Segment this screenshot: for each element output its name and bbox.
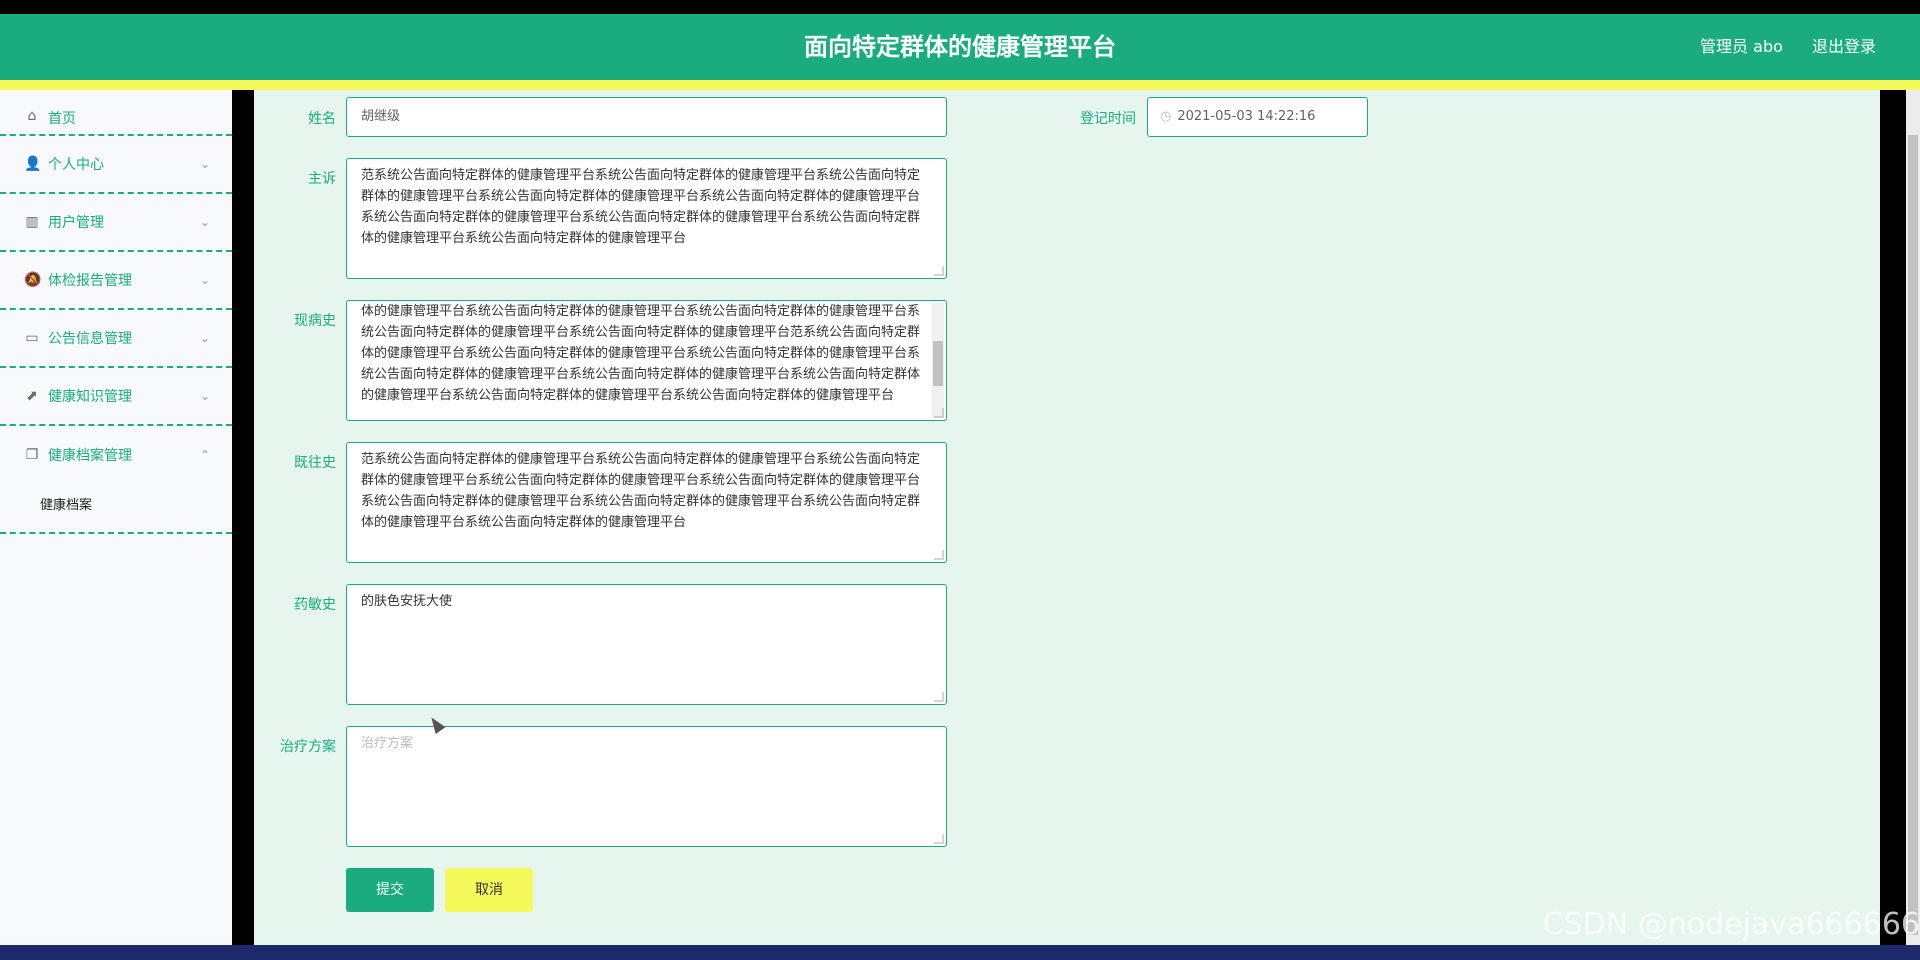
sidebar-item-notice-management[interactable]: ▭ 公告信息管理 ⌄: [0, 310, 232, 368]
resize-handle[interactable]: [934, 692, 944, 702]
sidebar-subitem-label: 健康档案: [40, 498, 93, 513]
chevron-down-icon: ⌄: [199, 331, 210, 345]
allergy-textarea[interactable]: 的肤色安抚大使: [346, 584, 947, 705]
name-input[interactable]: 胡继级: [346, 97, 947, 137]
header-actions: 管理员 abo 退出登录: [1676, 14, 1876, 80]
bell-off-icon: 🔕: [24, 272, 42, 288]
current-history-label: 现病史: [294, 313, 336, 329]
admin-user[interactable]: 管理员 abo: [1700, 37, 1783, 56]
sidebar-item-label: 用户管理: [48, 215, 104, 231]
chevron-down-icon: ⌄: [199, 273, 210, 287]
sidebar-item-label: 首页: [48, 111, 76, 127]
sidebar-item-label: 个人中心: [48, 157, 104, 173]
past-history-text: 范系统公告面向特定群体的健康管理平台系统公告面向特定群体的健康管理平台系统公告面…: [361, 452, 921, 530]
current-history-textarea[interactable]: 体的健康管理平台系统公告面向特定群体的健康管理平台系统公告面向特定群体的健康管理…: [346, 300, 947, 421]
page-scroll-thumb[interactable]: [1908, 135, 1918, 935]
chevron-down-icon: ⌄: [199, 215, 210, 229]
cancel-button[interactable]: 取消: [445, 868, 533, 912]
sidebar-subitem-health-archive[interactable]: 健康档案: [0, 484, 232, 534]
treatment-plan-label: 治疗方案: [280, 739, 336, 755]
copy-icon: ❐: [25, 447, 39, 463]
sidebar-item-label: 健康档案管理: [48, 448, 132, 464]
past-history-textarea[interactable]: 范系统公告面向特定群体的健康管理平台系统公告面向特定群体的健康管理平台系统公告面…: [346, 442, 947, 563]
watermark: CSDN @nodejava666666: [1542, 907, 1920, 942]
past-history-label: 既往史: [294, 455, 336, 471]
sidebar-item-user-management[interactable]: ▥ 用户管理 ⌄: [0, 194, 232, 252]
sidebar-item-knowledge-management[interactable]: ⬈ 健康知识管理 ⌄: [0, 368, 232, 426]
taskbar: [0, 945, 1920, 960]
chart-icon: ⬈: [26, 388, 38, 404]
header-accent-strip: [0, 80, 1920, 90]
sidebar: ⌂ 首页 👤 个人中心 ⌄ ▥ 用户管理 ⌄ 🔕 体检报告管理 ⌄ ▭ 公告信息…: [0, 90, 232, 945]
complaint-label: 主诉: [308, 171, 336, 187]
time-input[interactable]: ◷ 2021-05-03 14:22:16: [1147, 97, 1368, 137]
sidebar-item-archive-management[interactable]: ❐ 健康档案管理 ⌃: [0, 426, 232, 484]
submit-button[interactable]: 提交: [346, 868, 434, 912]
clock-icon: ◷: [1160, 109, 1172, 124]
resize-handle[interactable]: [934, 408, 944, 418]
complaint-text: 范系统公告面向特定群体的健康管理平台系统公告面向特定群体的健康管理平台系统公告面…: [361, 168, 921, 246]
allergy-label: 药敏史: [294, 597, 336, 613]
chevron-down-icon: ⌄: [199, 389, 210, 403]
sidebar-item-label: 健康知识管理: [48, 389, 132, 405]
resize-handle[interactable]: [934, 266, 944, 276]
treatment-plan-textarea[interactable]: 治疗方案: [346, 726, 947, 847]
time-value: 2021-05-03 14:22:16: [1177, 109, 1316, 124]
sidebar-item-personal-center[interactable]: 👤 个人中心 ⌄: [0, 136, 232, 194]
sidebar-item-label: 公告信息管理: [48, 331, 132, 347]
current-history-text: 体的健康管理平台系统公告面向特定群体的健康管理平台系统公告面向特定群体的健康管理…: [361, 304, 921, 403]
resize-handle[interactable]: [934, 550, 944, 560]
chat-icon: ▭: [25, 330, 39, 346]
home-icon: ⌂: [27, 108, 37, 124]
sidebar-item-label: 体检报告管理: [48, 273, 132, 289]
app-title: 面向特定群体的健康管理平台: [804, 33, 1116, 61]
textarea-scroll-thumb[interactable]: [933, 341, 943, 386]
allergy-text: 的肤色安抚大使: [361, 594, 453, 609]
name-label: 姓名: [308, 111, 336, 127]
complaint-textarea[interactable]: 范系统公告面向特定群体的健康管理平台系统公告面向特定群体的健康管理平台系统公告面…: [346, 158, 947, 279]
logout-button[interactable]: 退出登录: [1812, 37, 1876, 56]
user-icon: 👤: [24, 156, 42, 172]
chevron-up-icon: ⌃: [199, 448, 210, 462]
treatment-plan-placeholder: 治疗方案: [361, 736, 414, 751]
books-icon: ▥: [25, 214, 39, 230]
sidebar-item-home[interactable]: ⌂ 首页: [0, 90, 232, 136]
sidebar-item-report-management[interactable]: 🔕 体检报告管理 ⌄: [0, 252, 232, 310]
chevron-down-icon: ⌄: [199, 157, 210, 171]
time-label: 登记时间: [1080, 111, 1136, 127]
resize-handle[interactable]: [934, 834, 944, 844]
